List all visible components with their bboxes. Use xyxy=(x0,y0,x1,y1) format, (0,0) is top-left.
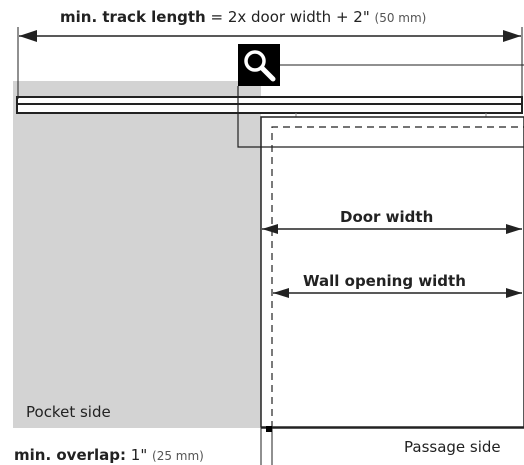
passage-side-label: Passage side xyxy=(404,438,501,456)
track-length-arrow-left xyxy=(19,30,37,42)
track-length-metric: (50 mm) xyxy=(374,11,427,25)
min-overlap-label: min. overlap: xyxy=(14,446,127,464)
min-overlap-metric: (25 mm) xyxy=(152,449,204,463)
track-length-label: min. track length xyxy=(60,8,206,26)
track-length-arrow-right xyxy=(503,30,521,42)
magnifier-icon xyxy=(244,50,276,82)
min-overlap-note: min. overlap: 1" (25 mm) xyxy=(14,446,204,465)
min-overlap-value: 1" xyxy=(126,446,148,464)
wall-opening-width-label: Wall opening width xyxy=(303,272,466,290)
pocket-wall xyxy=(13,81,261,428)
pocket-side-label: Pocket side xyxy=(26,403,111,421)
zoom-button[interactable] xyxy=(238,44,280,86)
track-length-formula-text: = 2x door width + 2" xyxy=(205,8,370,26)
door-width-label: Door width xyxy=(340,208,434,226)
overlap-marker xyxy=(266,426,272,432)
track-length-formula: min. track length = 2x door width + 2" (… xyxy=(60,8,426,27)
